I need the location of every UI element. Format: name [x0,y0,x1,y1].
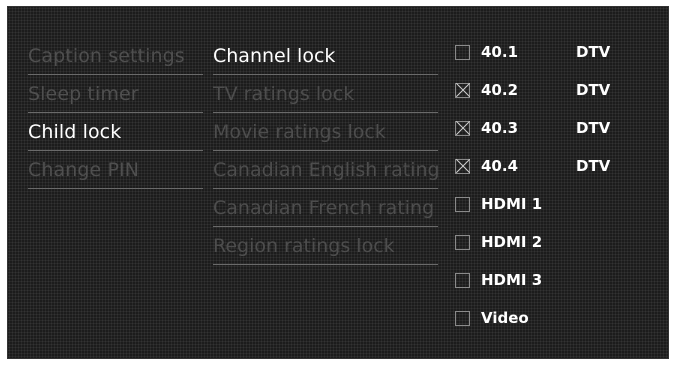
channel-row-hdmi-3[interactable]: HDMI 3 [455,261,655,299]
settings-menu: Caption settings Sleep timer Child lock … [28,37,203,189]
channel-row-40-1[interactable]: 40.1 DTV [455,33,655,71]
channel-checkbox[interactable] [455,196,470,212]
channel-type: DTV [576,81,611,99]
channel-checkbox[interactable] [455,234,470,250]
channel-checkbox[interactable] [455,158,470,174]
channel-label: 40.4 [481,157,519,175]
menu-item-caption-settings[interactable]: Caption settings [28,37,203,75]
menu-item-sleep-timer[interactable]: Sleep timer [28,75,203,113]
channel-row-40-2[interactable]: 40.2 DTV [455,71,655,109]
channel-label: 40.3 [481,119,519,137]
channel-type: DTV [576,43,611,61]
channel-label: 40.1 [481,43,519,61]
channel-label: Video [481,309,529,327]
channel-type: DTV [576,119,611,137]
channel-type: DTV [576,157,611,175]
submenu-item-movie-ratings-lock[interactable]: Movie ratings lock [213,113,438,151]
channel-label: HDMI 3 [481,271,543,289]
channel-row-40-4[interactable]: 40.4 DTV [455,147,655,185]
channel-row-hdmi-1[interactable]: HDMI 1 [455,185,655,223]
submenu-item-channel-lock[interactable]: Channel lock [213,37,438,75]
submenu-item-region-ratings-lock[interactable]: Region ratings lock [213,227,438,265]
submenu-item-canadian-french-rating[interactable]: Canadian French rating [213,189,438,227]
channel-checkbox[interactable] [455,120,470,136]
channel-row-hdmi-2[interactable]: HDMI 2 [455,223,655,261]
child-lock-submenu: Channel lock TV ratings lock Movie ratin… [213,37,438,265]
channel-label: 40.2 [481,81,519,99]
channel-row-video[interactable]: Video [455,299,655,337]
channel-checkbox[interactable] [455,44,470,60]
tv-settings-screen: Caption settings Sleep timer Child lock … [7,6,669,359]
channel-checkbox[interactable] [455,82,470,98]
channel-label: HDMI 2 [481,233,543,251]
menu-item-change-pin[interactable]: Change PIN [28,151,203,189]
submenu-item-tv-ratings-lock[interactable]: TV ratings lock [213,75,438,113]
menu-item-child-lock[interactable]: Child lock [28,113,203,151]
channel-checkbox[interactable] [455,272,470,288]
channel-checkbox[interactable] [455,310,470,326]
channel-row-40-3[interactable]: 40.3 DTV [455,109,655,147]
submenu-item-canadian-english-rating[interactable]: Canadian English rating [213,151,438,189]
channel-lock-list: 40.1 DTV 40.2 DTV 40.3 DTV 40.4 DTV HDMI… [455,33,655,337]
channel-label: HDMI 1 [481,195,543,213]
